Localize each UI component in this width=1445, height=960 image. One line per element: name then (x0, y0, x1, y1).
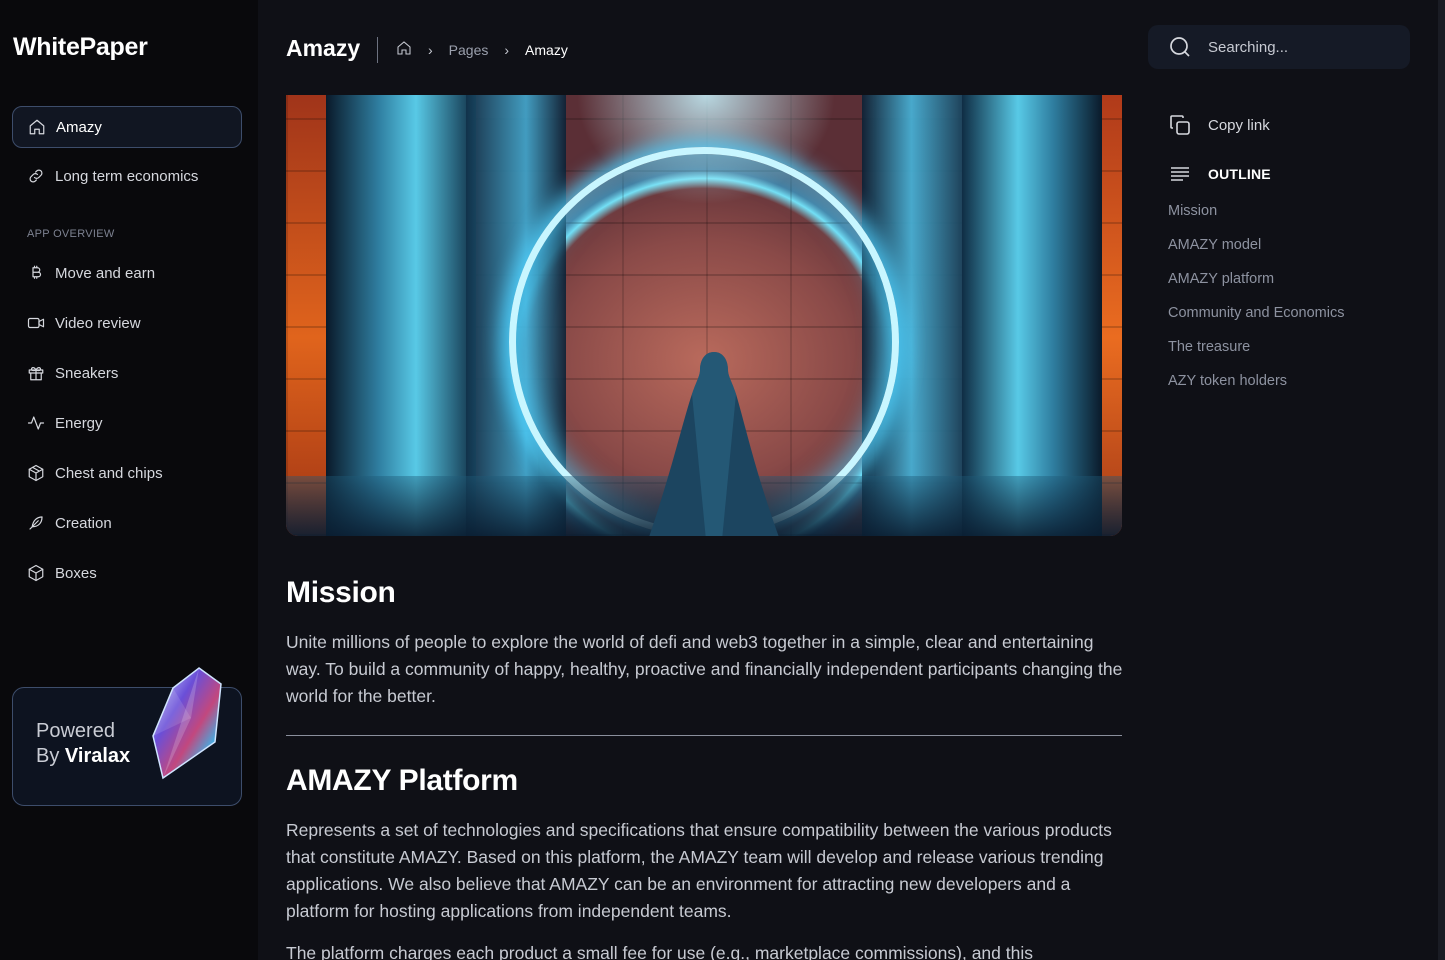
outline-label: OUTLINE (1208, 166, 1271, 182)
hero-image (286, 95, 1122, 536)
sidebar-item-label: Chest and chips (55, 464, 163, 482)
sidebar-item-energy[interactable]: Energy (12, 402, 242, 444)
bitcoin-icon (26, 263, 46, 283)
copy-link-label: Copy link (1208, 116, 1270, 134)
powered-by-card[interactable]: Powered By Viralax (12, 667, 242, 806)
crystal-icon (152, 667, 222, 780)
chevron-right-icon: › (504, 41, 510, 58)
sidebar: WhitePaper Amazy Long term economics APP… (0, 0, 258, 960)
toc-item-azy-token-holders[interactable]: AZY token holders (1168, 373, 1287, 389)
search-placeholder: Searching... (1208, 38, 1289, 56)
section-heading-mission: Mission (286, 576, 396, 609)
package-icon (26, 463, 46, 483)
page-title: Amazy (286, 35, 361, 61)
sidebar-item-label: Sneakers (55, 364, 119, 382)
video-icon (26, 313, 46, 333)
chevron-right-icon: › (428, 41, 433, 58)
gift-icon (26, 363, 46, 383)
sidebar-item-label: Video review (55, 314, 141, 332)
home-icon (27, 117, 47, 137)
powered-by-brand: Viralax (64, 745, 131, 767)
home-icon[interactable] (396, 40, 412, 59)
sidebar-item-chest-and-chips[interactable]: Chest and chips (12, 452, 242, 494)
section-paragraph-mission: Unite millions of people to explore the … (286, 632, 1123, 706)
toc-item-mission[interactable]: Mission (1168, 203, 1217, 219)
sidebar-item-video-review[interactable]: Video review (12, 302, 242, 344)
section-heading-platform: AMAZY Platform (286, 764, 518, 797)
breadcrumb-current: Amazy (525, 41, 568, 58)
toc-item-amazy-model[interactable]: AMAZY model (1168, 237, 1261, 253)
search-input[interactable]: Searching... (1148, 25, 1410, 69)
search-icon (1170, 37, 1190, 57)
sidebar-item-amazy[interactable]: Amazy (12, 106, 242, 148)
link-icon (26, 166, 46, 186)
sidebar-item-sneakers[interactable]: Sneakers (12, 352, 242, 394)
header-divider (377, 37, 378, 63)
sidebar-item-boxes[interactable]: Boxes (12, 552, 242, 594)
powered-by-line2: By Viralax (36, 745, 131, 767)
section-paragraph-platform-2: The platform charges each product a smal… (286, 943, 1033, 960)
sidebar-item-long-term-economics[interactable]: Long term economics (12, 155, 242, 197)
toc-item-community-economics[interactable]: Community and Economics (1168, 305, 1345, 321)
box-icon (26, 563, 46, 583)
section-paragraph-platform: Represents a set of technologies and spe… (286, 820, 1112, 921)
sidebar-item-label: Energy (55, 414, 103, 432)
toc-item-amazy-platform[interactable]: AMAZY platform (1168, 271, 1274, 287)
powered-by-line1: Powered (36, 720, 115, 742)
copy-icon (1170, 115, 1190, 135)
sidebar-item-label: Amazy (56, 118, 102, 136)
app-logo[interactable]: WhitePaper (13, 33, 148, 62)
copy-link-button[interactable]: Copy link (1168, 113, 1270, 137)
sidebar-item-label: Creation (55, 514, 112, 532)
toc-item-treasure[interactable]: The treasure (1168, 339, 1250, 355)
sidebar-item-creation[interactable]: Creation (12, 502, 242, 544)
sidebar-item-label: Boxes (55, 564, 97, 582)
outline-icon (1171, 167, 1189, 181)
outline-header: OUTLINE (1168, 162, 1271, 186)
sidebar-item-label: Move and earn (55, 264, 156, 282)
sidebar-item-label: Long term economics (55, 167, 199, 185)
section-label-app-overview: APP OVERVIEW (27, 228, 115, 240)
sidebar-item-move-and-earn[interactable]: Move and earn (12, 252, 242, 294)
breadcrumb-pages[interactable]: Pages (449, 42, 489, 58)
scrollbar[interactable] (1438, 0, 1445, 960)
activity-icon (26, 413, 46, 433)
breadcrumb: › Pages › Amazy (396, 40, 568, 59)
feather-icon (26, 513, 46, 533)
section-divider (286, 735, 1122, 736)
